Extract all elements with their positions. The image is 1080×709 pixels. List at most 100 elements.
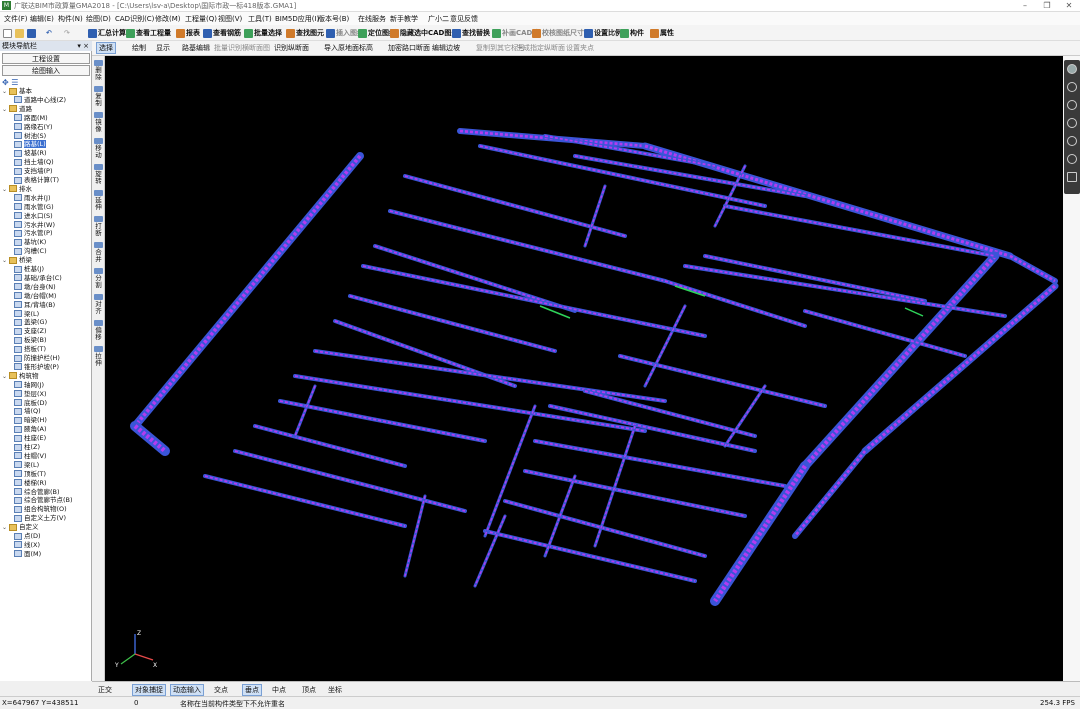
- tree-item[interactable]: 点(D): [14, 532, 41, 541]
- panel-pin-button[interactable]: ▾ ×: [77, 41, 89, 51]
- tree-toolbar-icon[interactable]: ✥ ☰: [2, 78, 18, 87]
- toolbar-select-button[interactable]: 批量选择: [244, 27, 282, 39]
- expand-toggle-icon[interactable]: ⌄: [2, 105, 9, 114]
- tree-item[interactable]: 表格计算(T): [14, 176, 59, 185]
- tree-item[interactable]: 支座(Z): [14, 327, 47, 336]
- drawing-toolbar-item[interactable]: 导入原地面标高: [324, 43, 373, 53]
- snap-toggle[interactable]: 交点: [214, 685, 228, 695]
- tree-item[interactable]: 道路中心线(Z): [14, 96, 66, 105]
- road-segment[interactable]: [710, 461, 810, 606]
- road-segment[interactable]: [523, 469, 747, 518]
- road-segment[interactable]: [1007, 253, 1058, 284]
- road-segment[interactable]: [503, 499, 707, 558]
- road-segment[interactable]: [253, 424, 407, 468]
- draw-input-button[interactable]: 绘图输入: [2, 65, 90, 76]
- toolbar-sigma-button[interactable]: 汇总计算: [88, 27, 126, 39]
- tree-folder[interactable]: ⌄ 道路: [2, 105, 32, 114]
- menu-item[interactable]: BIM5D应用(I): [275, 14, 319, 24]
- pan-icon[interactable]: [1067, 100, 1077, 110]
- tree-item[interactable]: 耳/背墙(B): [14, 301, 55, 310]
- road-segment[interactable]: [543, 474, 577, 558]
- toolbar-table-button[interactable]: 查看工程量: [126, 27, 171, 39]
- road-segment[interactable]: [388, 209, 667, 283]
- toolbar-check-button[interactable]: 校核图纸尺寸: [532, 27, 584, 39]
- road-segment[interactable]: [278, 399, 487, 443]
- tree-item[interactable]: 墩/台身(N): [14, 283, 56, 292]
- road-segment[interactable]: [233, 449, 467, 513]
- toolbar-search-button[interactable]: 查找图元: [286, 27, 324, 39]
- menu-item[interactable]: 绘图(D): [86, 14, 111, 24]
- drawing-toolbar-item[interactable]: 编辑边坡: [432, 43, 460, 53]
- tree-item[interactable]: 垫层(X): [14, 390, 47, 399]
- menu-item[interactable]: 版本号(B): [318, 14, 349, 24]
- road-segment[interactable]: [131, 152, 364, 430]
- open-file-icon[interactable]: [15, 27, 25, 39]
- close-button[interactable]: ✕: [1058, 0, 1080, 12]
- menu-item[interactable]: 在线服务: [358, 14, 386, 24]
- toolbar-replace-button[interactable]: 查找替换: [452, 27, 490, 39]
- snap-toggle[interactable]: 对象捕捉: [132, 684, 166, 696]
- expand-toggle-icon[interactable]: ⌄: [2, 523, 9, 532]
- tree-item[interactable]: 雨水井(J): [14, 194, 51, 203]
- drawing-toolbar-item[interactable]: 选择: [96, 42, 116, 54]
- tree-item[interactable]: 顶板(T): [14, 470, 46, 479]
- zoom-icon[interactable]: [1067, 118, 1077, 128]
- drawing-toolbar-item[interactable]: 路基编辑: [182, 43, 210, 53]
- road-segment[interactable]: [203, 474, 407, 528]
- tree-folder[interactable]: ⌄ 桥梁: [2, 256, 32, 265]
- tree-item[interactable]: 柱帽(V): [14, 452, 47, 461]
- new-file-icon[interactable]: [3, 27, 13, 39]
- tree-item[interactable]: 墩/台帽(M): [14, 292, 56, 301]
- tree-item[interactable]: 路缘石(Y): [14, 123, 53, 132]
- road-segment[interactable]: [663, 279, 807, 328]
- toolbar-component-button[interactable]: 构件: [620, 27, 644, 39]
- edit-tool-button[interactable]: 旋转: [93, 164, 104, 185]
- expand-toggle-icon[interactable]: ⌄: [2, 256, 9, 265]
- drawing-toolbar-item[interactable]: 识别纵断面: [274, 43, 309, 53]
- edit-tool-button[interactable]: 镜像: [93, 112, 104, 133]
- drawing-toolbar-item[interactable]: 生成指定纵断面: [516, 43, 565, 53]
- menu-item[interactable]: 编辑(E): [30, 14, 54, 24]
- menu-item[interactable]: 意见反馈: [450, 14, 478, 24]
- road-segment[interactable]: [313, 349, 667, 403]
- tree-item[interactable]: 腋角(A): [14, 425, 47, 434]
- road-segment[interactable]: [723, 384, 767, 448]
- zoom-window-icon[interactable]: [1067, 154, 1077, 164]
- tree-item[interactable]: 挡土墙(Q): [14, 158, 54, 167]
- minimize-button[interactable]: –: [1014, 0, 1036, 12]
- road-segment[interactable]: [293, 384, 317, 438]
- tree-item[interactable]: 坡基(R): [14, 149, 47, 158]
- nav-cube-face-icon[interactable]: [1067, 64, 1077, 74]
- snap-toggle[interactable]: 坐标: [328, 685, 342, 695]
- menu-item[interactable]: 修改(M): [155, 14, 181, 24]
- project-settings-button[interactable]: 工程设置: [2, 53, 90, 64]
- toolbar-scale-button[interactable]: 设置比例: [584, 27, 622, 39]
- view-box-icon[interactable]: [1067, 172, 1077, 182]
- snap-toggle[interactable]: 动态输入: [170, 684, 204, 696]
- tree-item[interactable]: 线(X): [14, 541, 40, 550]
- snap-toggle[interactable]: 中点: [272, 685, 286, 695]
- edit-tool-button[interactable]: 打断: [93, 216, 104, 237]
- tree-item[interactable]: 锥形护坡(P): [14, 363, 59, 372]
- toolbar-rebar-button[interactable]: 查看钢筋: [203, 27, 241, 39]
- road-segment[interactable]: [583, 389, 757, 438]
- tree-item[interactable]: 基础/承台(C): [14, 274, 62, 283]
- toolbar-property-button[interactable]: 属性: [650, 27, 674, 39]
- snap-toggle[interactable]: 正交: [98, 685, 112, 695]
- road-segment[interactable]: [483, 529, 697, 583]
- drawing-toolbar-item[interactable]: 绘制: [132, 43, 146, 53]
- tree-item[interactable]: 轴网(J): [14, 381, 44, 390]
- nav-cube-icon[interactable]: [1064, 60, 1080, 194]
- expand-toggle-icon[interactable]: ⌄: [2, 372, 9, 381]
- tree-item[interactable]: 沟槽(C): [14, 247, 47, 256]
- redo-icon[interactable]: ↷: [64, 27, 70, 39]
- edit-tool-button[interactable]: 拉伸: [93, 346, 104, 367]
- edit-tool-button[interactable]: 复制: [93, 86, 104, 107]
- edit-tool-button[interactable]: 删除: [93, 60, 104, 81]
- expand-toggle-icon[interactable]: ⌄: [2, 185, 9, 194]
- tree-item[interactable]: 梁(L): [14, 461, 39, 470]
- tree-item[interactable]: 支挡墙(P): [14, 167, 53, 176]
- road-segment[interactable]: [348, 294, 557, 353]
- restore-button[interactable]: ❐: [1036, 0, 1058, 12]
- snap-toggle[interactable]: 顶点: [302, 685, 316, 695]
